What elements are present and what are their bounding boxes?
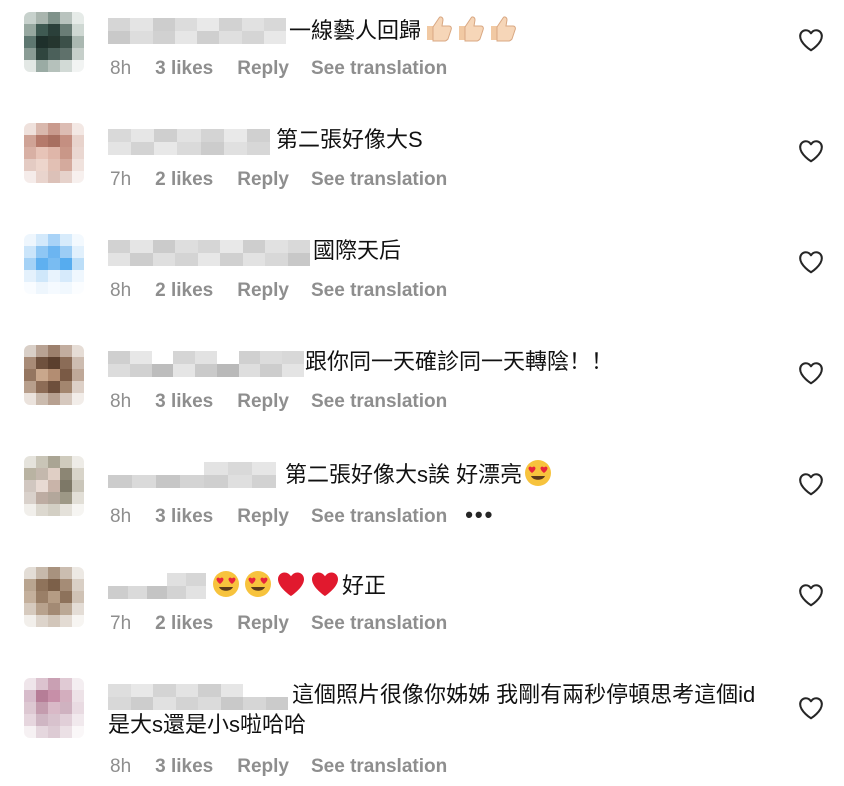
comment-text: 這個照片很像你姊姊 我剛有兩秒停頓思考這個id是大s還是小s啦哈哈 bbox=[108, 680, 768, 740]
comment-text: 一線藝人回歸 bbox=[289, 14, 784, 50]
heart-eyes-emoji-icon bbox=[243, 569, 273, 607]
reply-button[interactable]: Reply bbox=[237, 58, 289, 80]
comment-time: 8h bbox=[110, 756, 132, 777]
comment-item: 第二張好像大S 7h 2 likes Reply See translation bbox=[0, 111, 844, 222]
comment-item: 國際天后 8h 2 likes Reply See translation bbox=[0, 222, 844, 333]
comment-text-body: 第二張好像大s誒 好漂亮 bbox=[285, 462, 523, 487]
comment-text-body: 這個照片很像你姊姊 我剛有兩秒停頓思考這個id是大s還是小s啦哈哈 bbox=[108, 682, 756, 737]
thumbs-up-icon bbox=[487, 14, 517, 50]
see-translation-link[interactable]: See translation bbox=[311, 506, 447, 528]
heart-outline-icon[interactable] bbox=[798, 696, 824, 720]
comment-meta: 7h 2 likes Reply See translation bbox=[110, 169, 447, 191]
comment-text: 第二張好像大S bbox=[276, 125, 784, 155]
reply-button[interactable]: Reply bbox=[237, 613, 289, 635]
comment-time: 8h bbox=[110, 280, 132, 301]
heart-eyes-emoji-icon bbox=[211, 569, 241, 607]
comment-text-body: 好正 bbox=[342, 573, 387, 598]
avatar[interactable] bbox=[24, 567, 84, 627]
avatar[interactable] bbox=[24, 456, 84, 516]
username-blurred[interactable] bbox=[108, 462, 276, 488]
comment-time: 7h bbox=[110, 169, 132, 190]
comment-meta: 8h 3 likes Reply See translation bbox=[110, 58, 447, 80]
see-translation-link[interactable]: See translation bbox=[311, 280, 447, 302]
comment-text-body: 國際天后 bbox=[313, 238, 402, 263]
avatar[interactable] bbox=[24, 12, 84, 72]
comment-meta: 8h 3 likes Reply See translation bbox=[110, 391, 447, 413]
username-blurred[interactable] bbox=[108, 573, 206, 599]
comment-time: 7h bbox=[110, 613, 132, 634]
comment-text-body: 第二張好像大S bbox=[276, 127, 423, 152]
likes-count[interactable]: 3 likes bbox=[155, 756, 213, 778]
likes-count[interactable]: 2 likes bbox=[155, 169, 213, 191]
heart-outline-icon[interactable] bbox=[798, 139, 824, 163]
comment-meta: 8h 3 likes Reply See translation ••• bbox=[110, 502, 494, 528]
comment-item: 跟你同一天確診同一天轉陰！！ 8h 3 likes Reply See tran… bbox=[0, 333, 844, 444]
likes-count[interactable]: 2 likes bbox=[155, 280, 213, 302]
see-translation-link[interactable]: See translation bbox=[311, 169, 447, 191]
username-blurred[interactable] bbox=[108, 18, 286, 44]
heart-outline-icon[interactable] bbox=[798, 250, 824, 274]
see-translation-link[interactable]: See translation bbox=[311, 391, 447, 413]
comment-item: 好正 7h 2 likes Reply See translation bbox=[0, 555, 844, 666]
comment-item: 一線藝人回歸 8h 3 likes Reply See translation bbox=[0, 0, 844, 111]
red-heart-emoji-icon bbox=[309, 569, 341, 607]
red-heart-emoji-icon bbox=[275, 569, 307, 607]
comment-item: 這個照片很像你姊姊 我剛有兩秒停頓思考這個id是大s還是小s啦哈哈 8h 3 l… bbox=[0, 666, 844, 786]
likes-count[interactable]: 3 likes bbox=[155, 391, 213, 413]
comment-meta: 7h 2 likes Reply See translation bbox=[110, 613, 447, 635]
comment-text: 跟你同一天確診同一天轉陰！！ bbox=[305, 347, 784, 377]
likes-count[interactable]: 3 likes bbox=[155, 506, 213, 528]
username-blurred[interactable] bbox=[108, 351, 305, 377]
see-translation-link[interactable]: See translation bbox=[311, 58, 447, 80]
comment-meta: 8h 2 likes Reply See translation bbox=[110, 280, 447, 302]
heart-outline-icon[interactable] bbox=[798, 472, 824, 496]
username-blurred[interactable] bbox=[108, 129, 270, 155]
comment-time: 8h bbox=[110, 506, 132, 527]
heart-outline-icon[interactable] bbox=[798, 361, 824, 385]
comment-item: 第二張好像大s誒 好漂亮 8h 3 likes Reply See transl… bbox=[0, 444, 844, 555]
reply-button[interactable]: Reply bbox=[237, 169, 289, 191]
username-blurred[interactable] bbox=[108, 240, 310, 266]
heart-eyes-emoji-icon bbox=[523, 458, 553, 496]
comment-text: 好正 bbox=[210, 569, 784, 607]
see-translation-link[interactable]: See translation bbox=[311, 613, 447, 635]
comment-text: 國際天后 bbox=[313, 236, 784, 266]
avatar[interactable] bbox=[24, 345, 84, 405]
comment-text-body: 跟你同一天確診同一天轉陰！！ bbox=[305, 349, 614, 374]
comment-time: 8h bbox=[110, 391, 132, 412]
comment-text-body: 一線藝人回歸 bbox=[289, 18, 422, 43]
more-options-icon[interactable]: ••• bbox=[465, 502, 494, 528]
avatar[interactable] bbox=[24, 678, 84, 738]
reply-button[interactable]: Reply bbox=[237, 756, 289, 778]
comment-time: 8h bbox=[110, 58, 132, 79]
reply-button[interactable]: Reply bbox=[237, 506, 289, 528]
heart-outline-icon[interactable] bbox=[798, 28, 824, 52]
likes-count[interactable]: 2 likes bbox=[155, 613, 213, 635]
reply-button[interactable]: Reply bbox=[237, 280, 289, 302]
reply-button[interactable]: Reply bbox=[237, 391, 289, 413]
comment-meta: 8h 3 likes Reply See translation bbox=[110, 756, 447, 778]
comment-text: 第二張好像大s誒 好漂亮 bbox=[285, 458, 784, 496]
likes-count[interactable]: 3 likes bbox=[155, 58, 213, 80]
see-translation-link[interactable]: See translation bbox=[311, 756, 447, 778]
avatar[interactable] bbox=[24, 234, 84, 294]
thumbs-up-icon bbox=[423, 14, 453, 50]
heart-outline-icon[interactable] bbox=[798, 583, 824, 607]
avatar[interactable] bbox=[24, 123, 84, 183]
thumbs-up-icon bbox=[455, 14, 485, 50]
